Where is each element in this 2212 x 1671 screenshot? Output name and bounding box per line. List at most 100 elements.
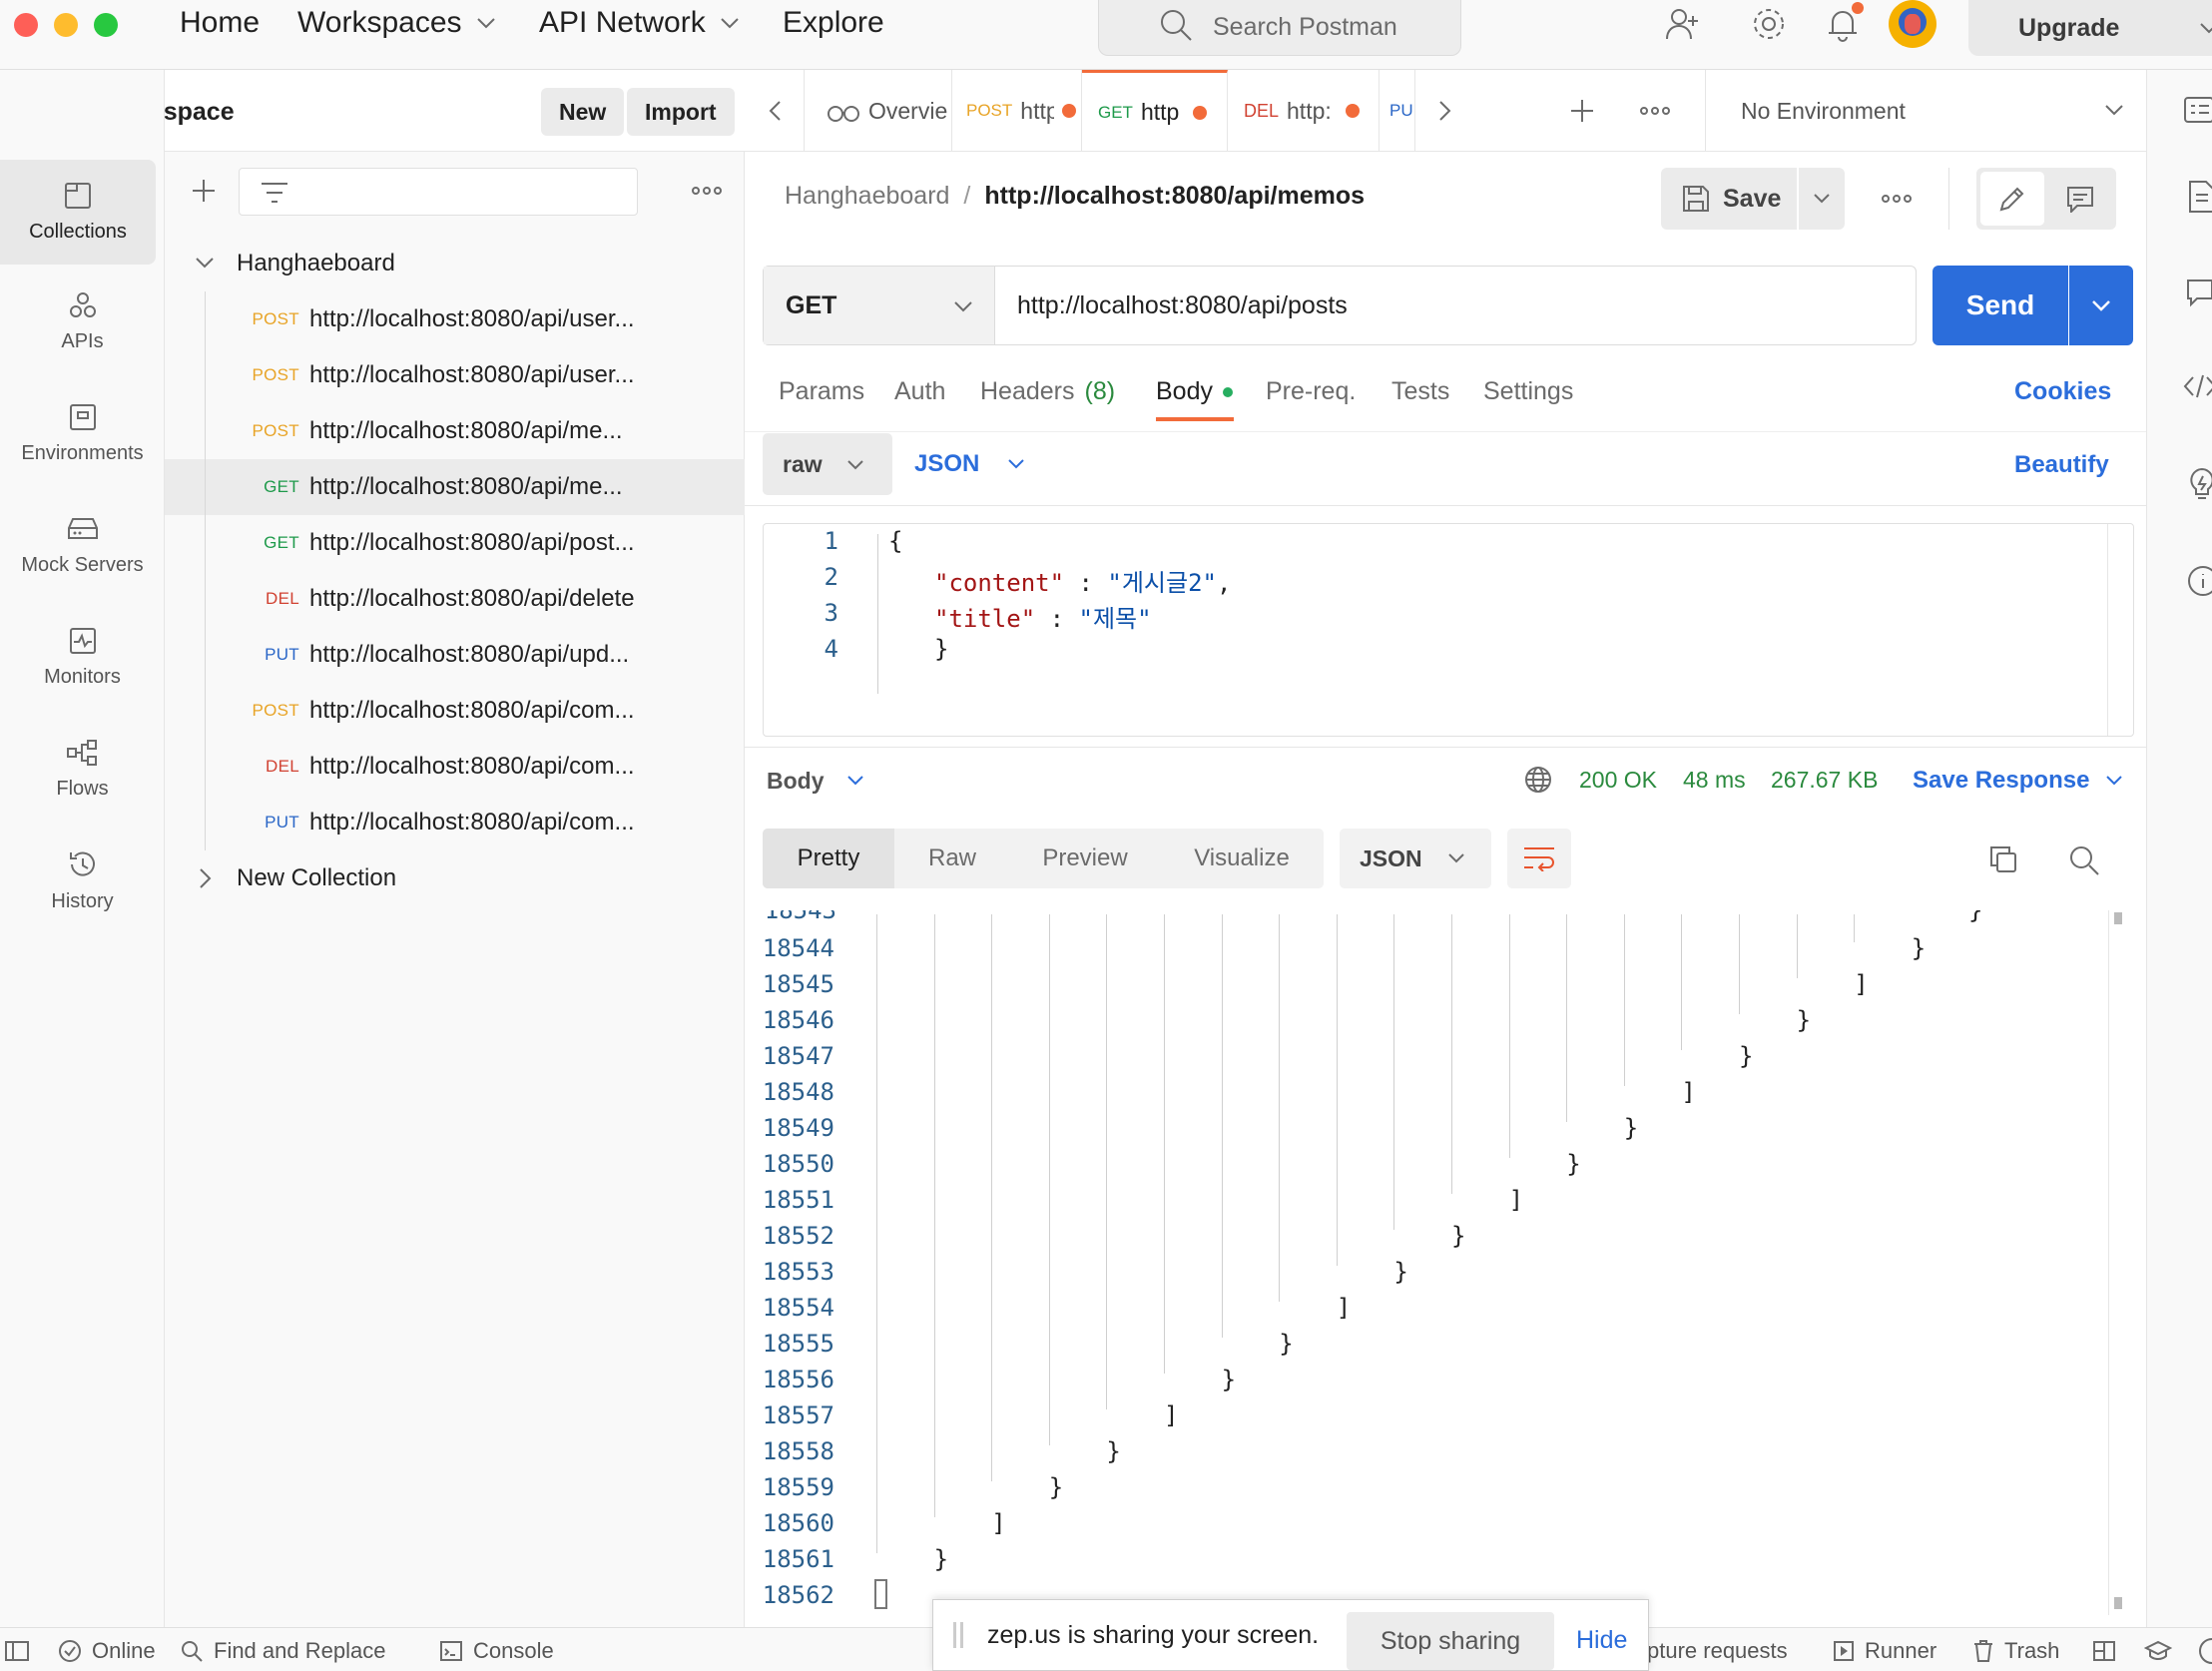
response-body-viewer[interactable]: 18543 } [745, 910, 2146, 1615]
filter-input[interactable] [239, 168, 638, 216]
url-input[interactable]: http://localhost:8080/api/posts [1017, 267, 1348, 344]
rail-monitors[interactable]: Monitors [0, 605, 165, 710]
nav-workspaces[interactable]: Workspaces [297, 6, 496, 40]
breadcrumb-collection[interactable]: Hanghaeboard [785, 182, 949, 211]
help-icon[interactable] [2192, 1638, 2212, 1664]
save-dropdown-button[interactable] [1799, 168, 1845, 230]
response-body-selector[interactable]: Body [767, 765, 864, 797]
request-item[interactable]: PUT http://localhost:8080/api/upd... [165, 627, 745, 683]
add-icon[interactable] [191, 178, 217, 204]
save-response-button[interactable]: Save Response [1913, 765, 2123, 797]
view-preview[interactable]: Preview [1010, 829, 1160, 888]
more-tabs-icon[interactable] [1639, 106, 1671, 116]
close-window-button[interactable] [14, 13, 38, 37]
nav-api-network[interactable]: API Network [539, 6, 740, 40]
view-visualize[interactable]: Visualize [1160, 829, 1324, 888]
request-item[interactable]: POST http://localhost:8080/api/me... [165, 403, 745, 459]
layout-icon[interactable] [2092, 1640, 2116, 1662]
request-item[interactable]: POST http://localhost:8080/api/com... [165, 683, 745, 739]
rail-mock-servers[interactable]: Mock Servers [0, 493, 165, 598]
request-item[interactable]: DEL http://localhost:8080/api/com... [165, 739, 745, 795]
capture-requests-button[interactable]: pture requests [1647, 1638, 1788, 1664]
code-icon[interactable] [2183, 373, 2212, 399]
collection-hanghaeboard[interactable]: Hanghaeboard [165, 236, 745, 291]
subtab-auth[interactable]: Auth [894, 377, 945, 406]
response-size[interactable]: 267.67 KB [1771, 767, 1878, 794]
response-status[interactable]: 200 OK [1579, 767, 1657, 794]
wrap-lines-button[interactable] [1507, 829, 1571, 888]
send-dropdown-button[interactable] [2069, 266, 2133, 345]
bootcamp-icon[interactable] [2144, 1640, 2172, 1662]
minimize-window-button[interactable] [54, 13, 78, 37]
subtab-settings[interactable]: Settings [1483, 377, 1573, 406]
scrollbar-thumb-bottom[interactable] [2114, 1597, 2122, 1609]
find-replace-button[interactable]: Find and Replace [180, 1638, 385, 1664]
comment-mode-button[interactable] [2048, 172, 2112, 226]
beautify-link[interactable]: Beautify [2014, 451, 2109, 479]
subtab-params[interactable]: Params [779, 377, 864, 406]
documentation-icon[interactable] [2187, 180, 2212, 214]
request-item[interactable]: GET http://localhost:8080/api/me... [165, 459, 745, 515]
comments-icon[interactable] [2185, 278, 2212, 307]
tabs-scroll-left[interactable] [745, 70, 805, 152]
environment-selector[interactable]: No Environment [1705, 70, 2146, 152]
rail-apis[interactable]: APIs [0, 270, 165, 374]
send-button[interactable]: Send [1933, 266, 2068, 345]
view-raw[interactable]: Raw [894, 829, 1010, 888]
tab-post-request[interactable]: POST http [952, 70, 1082, 152]
upgrade-button[interactable]: Upgrade [1968, 0, 2212, 56]
body-mode-selector[interactable]: raw [763, 433, 892, 495]
method-selector[interactable]: GET [764, 267, 995, 344]
rail-flows[interactable]: Flows [0, 717, 165, 822]
rail-collections[interactable]: Collections [0, 160, 156, 265]
request-name[interactable]: http://localhost:8080/api/memos [984, 182, 1365, 211]
drag-handle[interactable] [953, 1622, 963, 1648]
stop-sharing-button[interactable]: Stop sharing [1347, 1612, 1554, 1670]
zoom-window-button[interactable] [94, 13, 118, 37]
gear-icon[interactable] [1751, 6, 1787, 42]
nav-home[interactable]: Home [180, 6, 260, 40]
tab-overview[interactable]: Overvie [805, 70, 952, 152]
rail-environments[interactable]: Environments [0, 381, 165, 486]
copy-icon[interactable] [1988, 844, 2018, 874]
response-format-selector[interactable]: JSON [1340, 829, 1491, 888]
request-item[interactable]: POST http://localhost:8080/api/user... [165, 291, 745, 347]
info-icon[interactable] [2187, 565, 2212, 597]
import-button[interactable]: Import [627, 88, 735, 136]
lightbulb-icon[interactable] [2187, 467, 2212, 501]
trash-button[interactable]: Trash [1972, 1638, 2059, 1664]
invite-user-icon[interactable] [1665, 6, 1701, 42]
search-icon[interactable] [2068, 844, 2100, 876]
subtab-tests[interactable]: Tests [1391, 377, 1449, 406]
tab-get-request-active[interactable]: GET http [1082, 70, 1228, 152]
new-tab-icon[interactable] [1569, 98, 1595, 124]
tab-del-request[interactable]: DEL http: [1228, 70, 1380, 152]
body-language-selector[interactable]: JSON [914, 433, 1025, 495]
environment-quick-look-icon[interactable] [2183, 96, 2212, 124]
tab-put-request[interactable]: PU [1380, 70, 1415, 152]
rail-history[interactable]: History [0, 829, 165, 933]
scrollbar-thumb-top[interactable] [2114, 912, 2122, 924]
request-item[interactable]: GET http://localhost:8080/api/post... [165, 515, 745, 571]
hide-button[interactable]: Hide [1576, 1626, 1627, 1655]
view-pretty-active[interactable]: Pretty [763, 829, 894, 888]
avatar[interactable] [1889, 0, 1936, 48]
save-button[interactable]: Save [1661, 168, 1797, 230]
subtab-headers[interactable]: Headers (8) [980, 377, 1115, 406]
more-options-icon[interactable] [1881, 194, 1913, 204]
runner-button[interactable]: Runner [1833, 1638, 1936, 1664]
request-item[interactable]: POST http://localhost:8080/api/user... [165, 347, 745, 403]
request-item[interactable]: DEL http://localhost:8080/api/delete [165, 571, 745, 627]
new-button[interactable]: New [541, 88, 625, 136]
more-options-icon[interactable] [691, 186, 723, 196]
tabs-scroll-right[interactable] [1415, 70, 1475, 152]
console-button[interactable]: Console [439, 1638, 554, 1664]
subtab-prereq[interactable]: Pre-req. [1266, 377, 1356, 406]
collection-new-collection[interactable]: New Collection [165, 850, 745, 906]
search-bar[interactable]: Search Postman [1098, 0, 1461, 56]
subtab-body-active[interactable]: Body [1156, 377, 1233, 406]
cookies-link[interactable]: Cookies [2014, 377, 2111, 406]
nav-explore[interactable]: Explore [783, 6, 884, 40]
online-status[interactable]: Online [58, 1638, 156, 1664]
edit-mode-button[interactable] [1980, 172, 2044, 226]
